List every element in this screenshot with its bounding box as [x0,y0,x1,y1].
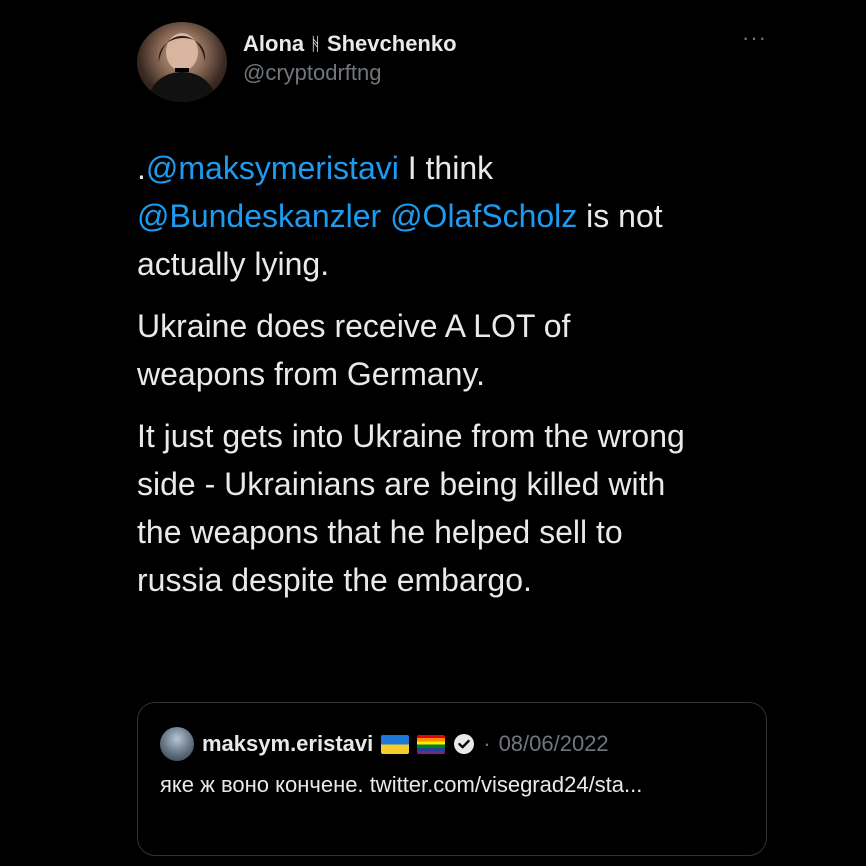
avatar-photo-icon [147,33,217,102]
author-last-name: Shevchenko [326,31,457,56]
text-prefix: . [137,150,146,186]
author-avatar[interactable] [137,22,227,102]
quoted-tweet-text: яке ж воно кончене. twitter.com/visegrad… [160,772,643,797]
quoted-author-name[interactable]: maksym.eristavi [202,731,373,757]
tweet-body: .@maksymeristavi I think @Bundeskanzler @… [137,144,777,618]
text-space [381,198,390,234]
tweet-paragraph-1: .@maksymeristavi I think @Bundeskanzler @… [137,144,777,288]
author-handle[interactable]: @cryptodrftng [243,59,457,87]
author-info: Alona ᚻ Shevchenko @cryptodrftng [243,30,457,87]
rune-glyph: ᚻ [310,34,321,54]
verified-badge-icon [454,734,475,754]
quoted-tweet-header: maksym.eristavi · 08/06/2022 [160,727,609,761]
author-display-name[interactable]: Alona ᚻ Shevchenko [243,30,457,58]
mention-maksymeristavi[interactable]: @maksymeristavi [146,150,399,186]
quoted-tweet[interactable]: maksym.eristavi · 08/06/2022 яке ж воно … [137,702,767,856]
tweet-header: Alona ᚻ Shevchenko @cryptodrftng ··· [137,22,777,106]
more-options-icon[interactable]: ··· [742,27,767,49]
mention-olafscholz[interactable]: @OlafScholz [390,198,577,234]
tweet-paragraph-2: Ukraine does receive A LOT of weapons fr… [137,308,571,392]
tweet-paragraph-3: It just gets into Ukraine from the wrong… [137,418,685,598]
quoted-author-avatar[interactable] [160,727,194,761]
quoted-separator: · [483,731,491,756]
author-first-name: Alona [243,31,305,56]
mention-bundeskanzler[interactable]: @Bundeskanzler [137,198,381,234]
quoted-date[interactable]: 08/06/2022 [499,731,609,757]
tweet: Alona ᚻ Shevchenko @cryptodrftng ··· .@m… [0,0,866,866]
rainbow-flag-icon [417,734,446,754]
ukraine-flag-icon [381,734,410,754]
text-segment: I think [398,150,494,186]
